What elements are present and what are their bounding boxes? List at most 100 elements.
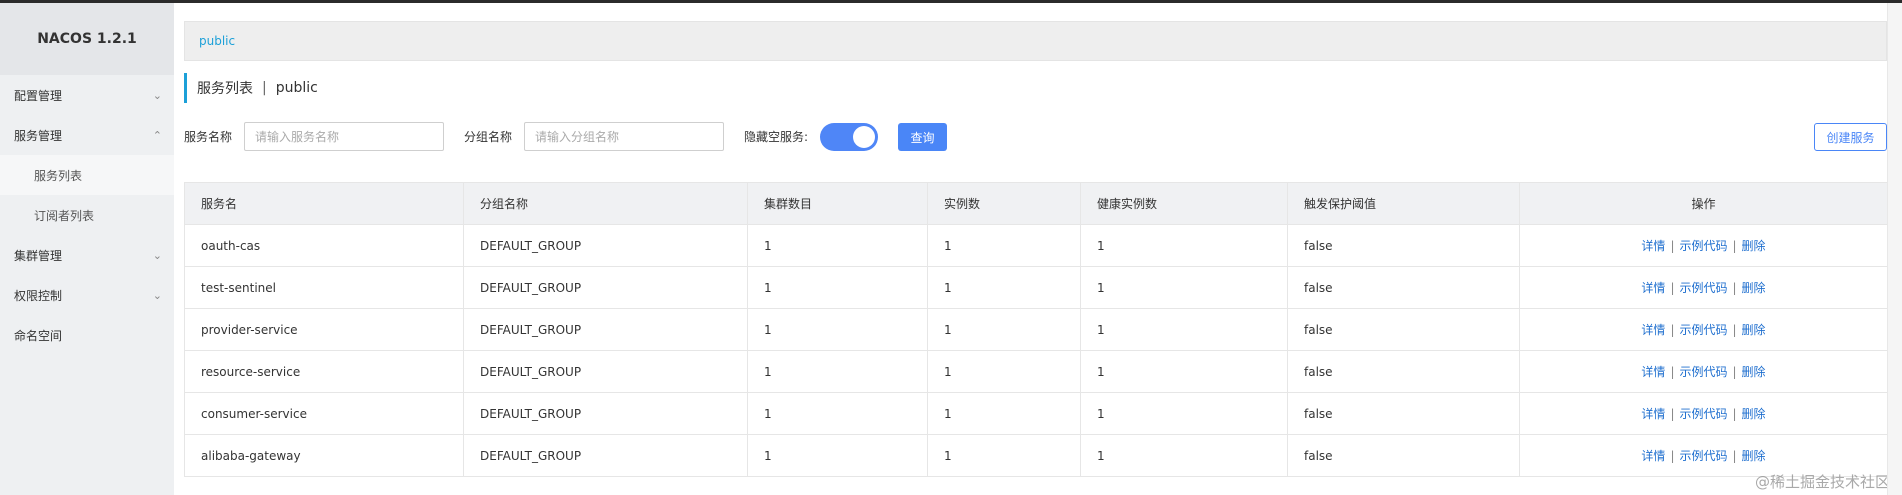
chevron-down-icon: ⌄	[152, 288, 162, 302]
service-table: 服务名 分组名称 集群数目 实例数 健康实例数 触发保护阈值 操作 oauth-…	[184, 182, 1888, 477]
cell-instance-count: 1	[927, 266, 1081, 309]
delete-link[interactable]: 删除	[1742, 365, 1766, 379]
cell-cluster-count: 1	[747, 392, 928, 435]
cell-service-name: consumer-service	[184, 392, 464, 435]
detail-link[interactable]: 详情	[1641, 407, 1665, 421]
col-header-instance-count: 实例数	[927, 182, 1081, 225]
sidebar-item-service-mgmt[interactable]: 服务管理 ⌃	[0, 115, 174, 155]
cell-group-name: DEFAULT_GROUP	[463, 266, 748, 309]
cell-instance-count: 1	[927, 224, 1081, 267]
col-header-group-name: 分组名称	[463, 182, 748, 225]
cell-service-name: resource-service	[184, 350, 464, 393]
sample-code-link[interactable]: 示例代码	[1679, 239, 1727, 253]
query-button[interactable]: 查询	[898, 123, 947, 151]
action-separator: |	[1732, 449, 1737, 463]
hide-empty-toggle[interactable]	[820, 123, 878, 151]
cell-cluster-count: 1	[747, 224, 928, 267]
action-separator: |	[1732, 365, 1737, 379]
table-row: consumer-service DEFAULT_GROUP 1 1 1 false 详情 |…	[184, 392, 1888, 435]
sidebar-item-label: 订阅者列表	[34, 208, 95, 223]
delete-link[interactable]: 删除	[1742, 449, 1766, 463]
action-separator: |	[1670, 365, 1675, 379]
table-row: resource-service DEFAULT_GROUP 1 1 1 false 详情 |…	[184, 350, 1888, 393]
cell-threshold: false	[1287, 392, 1520, 435]
action-separator: |	[1670, 281, 1675, 295]
table-row: provider-service DEFAULT_GROUP 1 1 1 false 详情 |…	[184, 308, 1888, 351]
cell-healthy-count: 1	[1080, 392, 1288, 435]
sample-code-link[interactable]: 示例代码	[1679, 365, 1727, 379]
cell-cluster-count: 1	[747, 434, 928, 477]
cell-healthy-count: 1	[1080, 434, 1288, 477]
sidebar-item-config[interactable]: 配置管理 ⌄	[0, 75, 174, 115]
chevron-down-icon: ⌄	[152, 88, 162, 102]
chevron-up-icon: ⌃	[152, 128, 162, 142]
sidebar-item-auth[interactable]: 权限控制 ⌄	[0, 275, 174, 315]
detail-link[interactable]: 详情	[1641, 449, 1665, 463]
sidebar-item-subscriber-list[interactable]: 订阅者列表	[0, 195, 174, 235]
cell-healthy-count: 1	[1080, 224, 1288, 267]
cell-cluster-count: 1	[747, 308, 928, 351]
table-row: alibaba-gateway DEFAULT_GROUP 1 1 1 false 详情 | 示…	[184, 434, 1888, 477]
namespace-bar: public	[184, 21, 1887, 61]
cell-group-name: DEFAULT_GROUP	[463, 350, 748, 393]
table-header-row: 服务名 分组名称 集群数目 实例数 健康实例数 触发保护阈值 操作	[184, 182, 1888, 225]
cell-healthy-count: 1	[1080, 350, 1288, 393]
cell-actions: 详情 | 示例代码 | 删除	[1519, 224, 1888, 267]
sidebar-item-namespace[interactable]: 命名空间	[0, 315, 174, 355]
hide-empty-label: 隐藏空服务:	[744, 130, 809, 144]
cell-actions: 详情 | 示例代码 | 删除	[1519, 392, 1888, 435]
cell-instance-count: 1	[927, 392, 1081, 435]
namespace-link[interactable]: public	[199, 34, 235, 48]
cell-actions: 详情 | 示例代码 | 删除	[1519, 308, 1888, 351]
cell-cluster-count: 1	[747, 266, 928, 309]
cell-threshold: false	[1287, 308, 1520, 351]
col-header-actions: 操作	[1519, 182, 1888, 225]
filter-bar: 服务名称 分组名称 隐藏空服务: 查询 创建服务	[184, 122, 1887, 154]
sample-code-link[interactable]: 示例代码	[1679, 281, 1727, 295]
sidebar-item-label: 配置管理	[14, 88, 63, 103]
sidebar-item-label: 权限控制	[14, 288, 63, 303]
delete-link[interactable]: 删除	[1742, 281, 1766, 295]
detail-link[interactable]: 详情	[1641, 323, 1665, 337]
main-content: public 服务列表 | public 服务名称 分组名称 隐藏空服务: 查询…	[174, 3, 1902, 495]
delete-link[interactable]: 删除	[1742, 323, 1766, 337]
sidebar: NACOS 1.2.1 配置管理 ⌄ 服务管理 ⌃ 服务列表 订阅者列表 集群管…	[0, 3, 174, 495]
cell-actions: 详情 | 示例代码 | 删除	[1519, 266, 1888, 309]
cell-group-name: DEFAULT_GROUP	[463, 224, 748, 267]
cell-cluster-count: 1	[747, 350, 928, 393]
detail-link[interactable]: 详情	[1641, 281, 1665, 295]
cell-threshold: false	[1287, 224, 1520, 267]
group-name-input[interactable]	[524, 122, 724, 151]
sample-code-link[interactable]: 示例代码	[1679, 323, 1727, 337]
sidebar-item-label: 命名空间	[14, 328, 63, 343]
cell-instance-count: 1	[927, 308, 1081, 351]
cell-healthy-count: 1	[1080, 308, 1288, 351]
create-service-button[interactable]: 创建服务	[1814, 123, 1887, 151]
detail-link[interactable]: 详情	[1641, 239, 1665, 253]
chevron-down-icon: ⌄	[152, 248, 162, 262]
sidebar-item-service-list[interactable]: 服务列表	[0, 155, 174, 195]
delete-link[interactable]: 删除	[1742, 239, 1766, 253]
cell-instance-count: 1	[927, 434, 1081, 477]
action-separator: |	[1670, 449, 1675, 463]
sample-code-link[interactable]: 示例代码	[1679, 407, 1727, 421]
cell-threshold: false	[1287, 434, 1520, 477]
page-title: 服务列表 | public	[184, 73, 318, 103]
action-separator: |	[1732, 407, 1737, 421]
watermark: @稀土掘金技术社区	[1754, 473, 1890, 491]
page-title-text: 服务列表	[197, 81, 253, 97]
group-name-label: 分组名称	[464, 130, 513, 144]
page-title-namespace: public	[275, 80, 318, 96]
sample-code-link[interactable]: 示例代码	[1679, 449, 1727, 463]
toggle-knob	[853, 126, 875, 148]
delete-link[interactable]: 删除	[1742, 407, 1766, 421]
page-scrollbar[interactable]	[1887, 3, 1902, 495]
cell-service-name: test-sentinel	[184, 266, 464, 309]
title-separator: |	[262, 80, 267, 96]
cell-group-name: DEFAULT_GROUP	[463, 434, 748, 477]
brand-logo: NACOS 1.2.1	[0, 3, 174, 75]
cell-healthy-count: 1	[1080, 266, 1288, 309]
service-name-input[interactable]	[244, 122, 444, 151]
sidebar-item-cluster[interactable]: 集群管理 ⌄	[0, 235, 174, 275]
detail-link[interactable]: 详情	[1641, 365, 1665, 379]
